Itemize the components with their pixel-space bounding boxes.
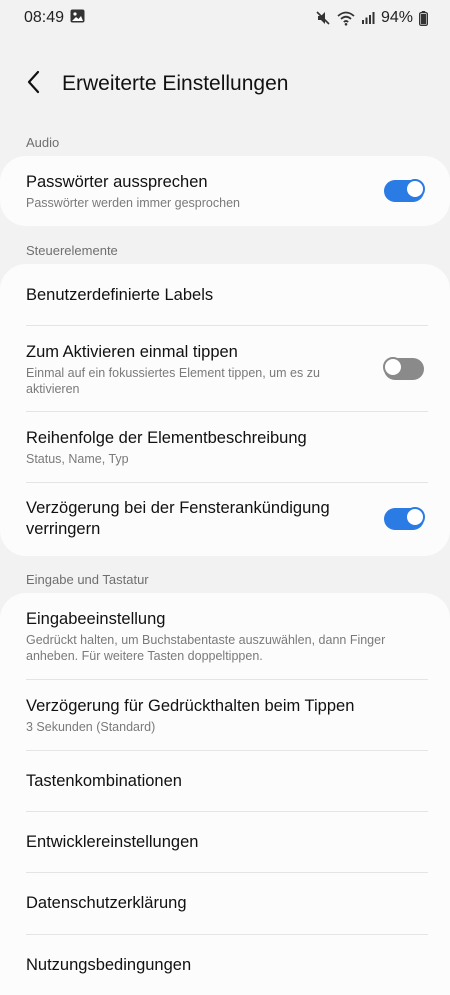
single-tap-toggle[interactable] [383,357,424,380]
setting-hold-delay[interactable]: Verzögerung für Gedrückthalten beim Tipp… [0,680,450,750]
section-label-audio: Audio [26,135,60,150]
setting-title: Nutzungsbedingungen [26,955,192,974]
setting-developer-settings[interactable]: Entwicklereinstellungen [0,812,450,873]
setting-subtitle: Status, Name, Typ [26,452,129,466]
setting-terms-of-use[interactable]: Nutzungsbedingungen [0,935,450,995]
setting-single-tap-activate[interactable]: Zum Aktivieren einmal tippen Einmal auf … [0,326,450,412]
wifi-icon [337,11,355,26]
section-label-controls: Steuerelemente [26,243,118,258]
setting-title: Reihenfolge der Elementbeschreibung [26,429,307,447]
setting-reduce-window-delay[interactable]: Verzögerung bei der Fensterankündigung v… [0,483,450,555]
gallery-icon [70,9,85,28]
card-audio: Passwörter aussprechen Passwörter werden… [0,156,450,226]
battery-percent: 94% [380,9,413,26]
section-label-input: Eingabe und Tastatur [26,572,149,587]
battery-icon [419,10,428,26]
toggle-knob [405,507,425,527]
status-bar: 08:49 94% [0,0,450,36]
setting-input-settings[interactable]: Eingabeeinstellung Gedrückt halten, um B… [0,593,450,679]
setting-keyboard-shortcuts[interactable]: Tastenkombinationen [0,751,450,812]
reduce-window-delay-toggle[interactable] [384,507,425,530]
status-bar-right: 94% [315,9,428,27]
setting-description-order[interactable]: Reihenfolge der Elementbeschreibung Stat… [0,412,450,483]
setting-subtitle: Gedrückt halten, um Buchstabentaste ausz… [26,632,386,663]
setting-title: Entwicklereinstellungen [26,833,199,851]
status-bar-left: 08:49 [24,9,85,28]
setting-title: Zum Aktivieren einmal tippen [26,342,238,361]
app-bar: Erweiterte Einstellungen [0,62,450,106]
setting-title: Benutzerdefinierte Labels [26,285,214,304]
setting-title: Datenschutzerklärung [26,894,187,912]
setting-title: Eingabeeinstellung [26,609,166,628]
setting-speak-passwords[interactable]: Passwörter aussprechen Passwörter werden… [0,156,450,226]
toggle-knob [405,179,425,199]
setting-custom-labels[interactable]: Benutzerdefinierte Labels [0,264,450,326]
setting-title: Passwörter aussprechen [26,172,208,191]
setting-subtitle: Einmal auf ein fokussiertes Element tipp… [26,365,320,396]
setting-title: Tastenkombinationen [26,772,182,790]
toggle-knob [383,357,403,377]
back-button[interactable] [6,62,62,106]
back-arrow-icon [27,70,41,99]
setting-subtitle: 3 Sekunden (Standard) [26,719,156,734]
speak-passwords-toggle[interactable] [384,179,425,202]
card-input: Eingabeeinstellung Gedrückt halten, um B… [0,593,450,995]
card-controls: Benutzerdefinierte Labels Zum Aktivieren… [0,264,450,556]
setting-title: Verzögerung bei der Fensterankündigung v… [26,499,330,538]
setting-title: Verzögerung für Gedrückthalten beim Tipp… [26,696,355,715]
page-title: Erweiterte Einstellungen [62,72,289,95]
signal-icon [361,11,375,25]
mute-icon [315,10,331,26]
status-time: 08:49 [24,9,65,26]
setting-privacy-policy[interactable]: Datenschutzerklärung [0,873,450,934]
setting-subtitle: Passwörter werden immer gesprochen [26,195,240,210]
